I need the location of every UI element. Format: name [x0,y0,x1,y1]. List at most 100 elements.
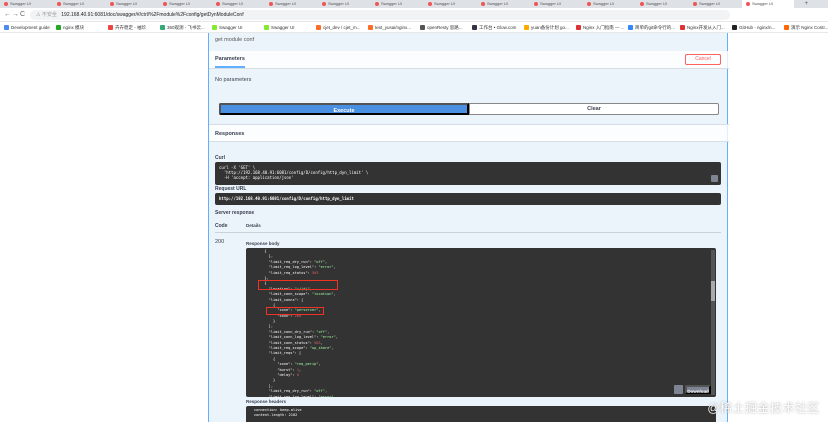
copy-response-icon[interactable] [674,385,683,394]
bookmark-item[interactable]: 工作台 • Glow.com [472,24,516,31]
execute-row: Execute Clear [219,103,719,115]
bookmark-item[interactable]: Nginx开发从入门... [680,24,725,31]
bookmark-icon [524,25,529,30]
request-url-value[interactable]: http://192.168.40.91:6081/config/D/confi… [215,193,721,205]
bookmark-item[interactable]: yuan备份计划 go... [524,24,569,31]
back-icon[interactable]: ← [4,11,11,19]
bookmark-label: test_yusai/nginx... [375,25,412,30]
browser-tab[interactable]: Swagger UI [53,0,105,8]
browser-tab[interactable]: Swagger UI [636,0,688,8]
bookmark-item[interactable]: nginx 模块 [56,24,84,31]
bookmark-icon [680,25,685,30]
browser-tab[interactable]: Swagger UI [530,0,582,8]
download-button[interactable]: Download [685,385,711,394]
bookmark-icon [108,25,113,30]
bookmark-icon [576,25,581,30]
browser-tab[interactable]: Swagger UI [106,0,158,8]
curl-line: -H 'accept: application/json' [219,175,294,180]
response-body-line: "limit_req_log_level": "error", [268,394,336,397]
browser-tab[interactable]: Swagger UI [212,0,264,8]
response-body-code-block[interactable]: { }, "limit_req_dry_run": "off", "limit_… [246,248,716,397]
browser-tab[interactable]: Swagger UI [0,0,52,8]
parameters-tab-underline [215,66,245,68]
bookmark-label: 360观测 - 飞书云... [167,25,205,30]
forward-icon[interactable]: → [12,11,19,19]
details-column-header: Details [246,223,261,228]
no-parameters-text: No parameters [215,77,252,83]
bookmarks-bar: Development guide nginx 模块 卉卉稳定 - 袖珍 360观测 … [0,22,828,33]
bookmark-label: cjet_dev / cjet_m... [323,25,361,30]
browser-tab[interactable]: Swagger UI [477,0,529,8]
bookmark-icon [732,25,737,30]
curl-label: Curl [215,155,225,161]
bookmark-icon [264,25,269,30]
bookmark-icon [472,25,477,30]
bookmark-item[interactable]: test_yusai/nginx... [368,24,411,31]
responses-title: Responses [215,131,245,137]
response-headers-code-block[interactable]: connection: keep-alive content-length: 21… [246,406,716,422]
bookmark-icon [212,25,217,30]
server-response-label: Server response [215,210,255,216]
bookmark-item[interactable]: Nginx 入门指南 — ... [576,24,625,31]
bookmark-item[interactable]: cjet_dev / cjet_m... [316,24,361,31]
bookmark-item[interactable]: Development guide [4,24,50,31]
bookmark-label: openResty 思路... [427,25,463,30]
bookmark-icon [420,25,425,30]
highlight-box-location [258,280,338,290]
operation-panel: get module conf Parameters Cancel No par… [208,33,729,422]
execute-button[interactable]: Execute [219,103,469,115]
reload-icon[interactable]: C [20,11,25,19]
response-code: 200 [215,239,225,245]
copy-icon[interactable] [711,175,718,182]
browser-tab[interactable]: Swagger UI [318,0,370,8]
browser-tab[interactable]: Swagger UI [742,0,794,8]
bookmark-label: nginx 模块 [63,25,85,30]
bookmark-item[interactable]: Swagger UI [264,24,295,31]
response-headers-label: Response headers [246,399,287,404]
address-bar[interactable]: ⚠ 不安全 192.168.40.91:6081/doc/swagger/#/c… [30,10,730,20]
parameters-header: Parameters Cancel [209,51,729,69]
bookmark-icon [784,25,789,30]
bookmark-item[interactable]: 360观测 - 飞书云... [160,24,205,31]
bookmark-item[interactable]: openResty 思路... [420,24,463,31]
bookmark-item[interactable]: 简单的git命令行的... [628,24,675,31]
operation-description: get module conf [215,37,255,43]
bookmark-label: GitHub - nginx/n... [739,25,776,30]
browser-tab[interactable]: Swagger UI [424,0,476,8]
browser-toolbar: ← → C ⚠ 不安全 192.168.40.91:6081/doc/swagg… [0,8,828,22]
curl-code-block[interactable]: curl -X 'GET' \ 'http://192.168.40.91:60… [215,162,721,185]
browser-tab[interactable]: Swagger UI [371,0,423,8]
bookmark-item[interactable]: 演示 Nginx Contr... [784,24,828,31]
bookmark-item[interactable]: GitHub - nginx/n... [732,24,775,31]
new-tab-button[interactable]: + [804,0,808,8]
bookmark-label: Swagger UI [271,25,295,30]
bookmark-label: Development guide [11,25,50,30]
browser-tab[interactable]: Swagger UI [583,0,635,8]
bookmark-icon [160,25,165,30]
browser-tab[interactable]: Swagger UI [265,0,317,8]
browser-tab[interactable]: Swagger UI [159,0,211,8]
bookmark-label: 演示 Nginx Contr... [791,25,828,30]
response-scrollbar-thumb[interactable] [711,281,715,301]
response-scrollbar[interactable] [711,250,715,395]
response-body-label: Response body [246,241,280,246]
bookmark-item[interactable]: Swagger UI [212,24,243,31]
responses-header: Responses [209,124,729,142]
bookmark-label: 简单的git命令行的... [635,25,676,30]
highlight-box-conn [266,307,324,315]
url-text: 192.168.40.91:6081/doc/swagger/#/ctrl/%2… [61,12,244,18]
parameters-title: Parameters [215,56,245,62]
code-column-header: Code [215,223,228,229]
bookmark-item[interactable]: 卉卉稳定 - 袖珍 [108,24,146,31]
browser-tab-strip: + Swagger UI Swagger UI Swagger UI Swagger … [0,0,828,8]
bookmark-label: yuan备份计划 go... [531,25,569,30]
clear-button[interactable]: Clear [469,103,719,115]
security-warning[interactable]: ⚠ 不安全 [36,12,57,18]
response-header-line: content-length: 2102 [254,413,298,417]
browser-tab[interactable]: Swagger UI [689,0,741,8]
watermark: @稀土掘金技术社区 [707,401,820,415]
bookmark-label: Swagger UI [219,25,243,30]
bookmark-label: 卉卉稳定 - 袖珍 [115,25,146,30]
cancel-button[interactable]: Cancel [685,54,721,65]
bookmark-icon [368,25,373,30]
